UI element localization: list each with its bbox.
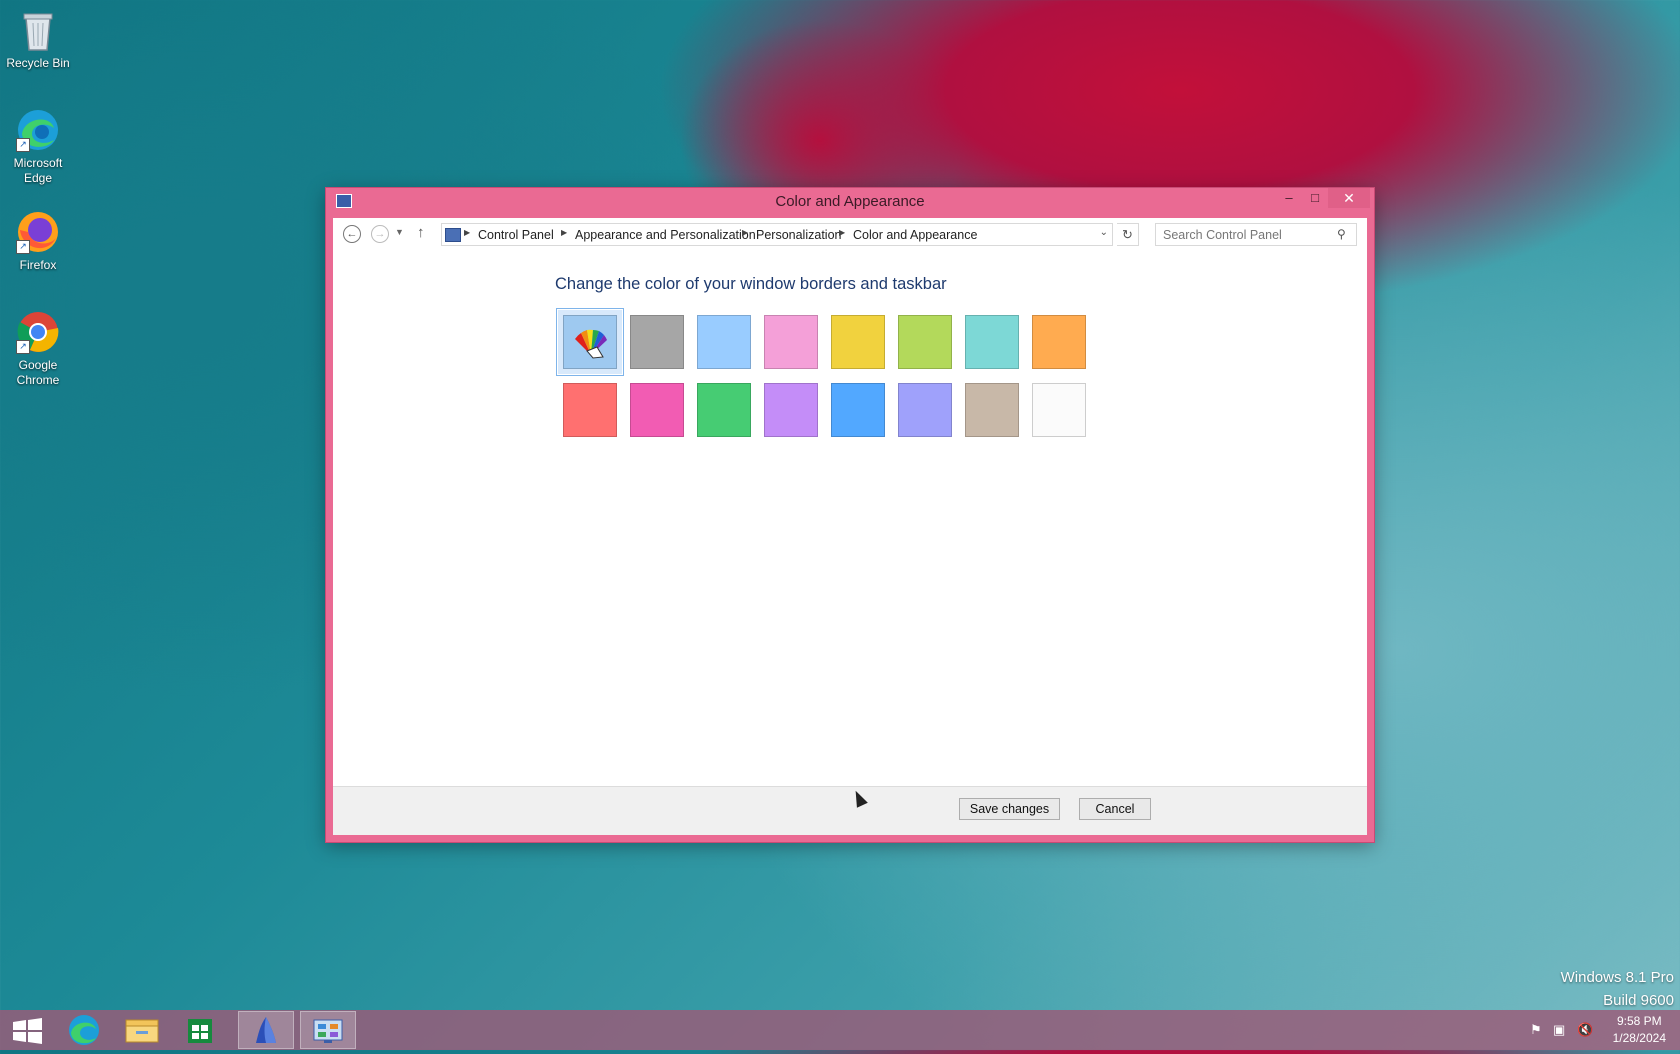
breadcrumb-separator-icon[interactable]: ▶ [561,228,567,237]
watermark-build: Build 9600 [1603,992,1674,1009]
store-icon [188,1019,212,1043]
breadcrumb-color-and-appearance[interactable]: Color and Appearance [853,228,977,242]
taskbar: ⚑ ▣ 🔇 9:58 PM 1/28/2024 [0,1010,1680,1050]
shortcut-arrow-icon: ↗ [16,240,30,254]
taskbar-file-explorer[interactable] [114,1011,170,1049]
cancel-button[interactable]: Cancel [1079,798,1151,820]
desktop-icon-firefox[interactable]: ↗ Firefox [2,210,74,273]
shortcut-arrow-icon: ↗ [16,340,30,354]
breadcrumb-control-panel[interactable]: Control Panel [478,228,554,242]
chrome-icon: ↗ [16,310,60,354]
file-explorer-icon [125,1019,159,1043]
color-swatch[interactable] [831,315,885,369]
clock-date: 1/28/2024 [1612,1031,1666,1045]
action-center-flag-icon[interactable]: ⚑ [1530,1022,1542,1038]
color-swatch[interactable] [965,315,1019,369]
window-client: ← → ▼ ↑ ▶ Control Panel ▶ Appearance and… [333,218,1367,835]
volume-muted-icon[interactable]: 🔇 [1577,1022,1593,1038]
color-fan-icon [575,329,607,359]
taskbar-store[interactable] [172,1011,228,1049]
color-swatch[interactable] [1032,315,1086,369]
desktop-icon-label: Google Chrome [16,358,60,387]
start-icon [13,1018,42,1044]
control-panel-icon [313,1019,343,1043]
breadcrumb-separator-icon[interactable]: ▶ [464,228,470,237]
app-icon [256,1017,276,1043]
color-swatch[interactable] [563,383,617,437]
clock-time: 9:58 PM [1616,1014,1662,1028]
color-swatch[interactable] [965,383,1019,437]
recent-locations-icon[interactable]: ▼ [395,227,404,237]
navigation-bar: ← → ▼ ↑ ▶ Control Panel ▶ Appearance and… [333,218,1367,254]
edge-icon [69,1015,99,1045]
window-title: Color and Appearance [775,193,925,210]
taskbar-edge[interactable] [56,1011,112,1049]
breadcrumb-separator-icon[interactable]: ▶ [742,228,748,237]
color-swatch-automatic[interactable] [556,308,624,376]
search-input[interactable] [1155,223,1357,246]
color-swatch[interactable] [630,383,684,437]
color-and-appearance-window: Color and Appearance – □ ✕ ← → ▼ ↑ ▶ Con… [326,188,1374,842]
taskbar-app[interactable] [238,1011,294,1049]
color-swatch[interactable] [898,315,952,369]
desktop-icon-recycle-bin[interactable]: Recycle Bin [2,8,74,71]
edge-icon: ↗ [16,108,60,152]
network-icon[interactable]: ▣ [1553,1022,1565,1038]
maximize-button[interactable]: □ [1302,188,1328,208]
color-swatch[interactable] [898,383,952,437]
minimize-button[interactable]: – [1276,188,1302,208]
windows-watermark: Windows 8.1 Pro Build 9600 [1561,966,1674,1012]
firefox-icon: ↗ [16,210,60,254]
refresh-icon[interactable]: ↻ [1117,223,1139,246]
shortcut-arrow-icon: ↗ [16,138,30,152]
breadcrumb-separator-icon[interactable]: ▶ [839,228,845,237]
color-swatch[interactable] [630,315,684,369]
taskbar-clock[interactable]: 9:58 PM 1/28/2024 [1613,1013,1666,1047]
save-changes-button[interactable]: Save changes [959,798,1060,820]
address-bar[interactable]: ▶ Control Panel ▶ Appearance and Persona… [441,223,1113,246]
color-swatch[interactable] [831,383,885,437]
color-swatch[interactable] [1032,383,1086,437]
up-arrow-icon[interactable]: ↑ [417,224,425,241]
breadcrumb-personalization[interactable]: Personalization [756,228,841,242]
color-swatch[interactable] [764,383,818,437]
search-icon[interactable]: ⚲ [1337,227,1346,241]
desktop-icon-microsoft-edge[interactable]: ↗ Microsoft Edge [2,108,74,186]
breadcrumb-appearance-and-personalization[interactable]: Appearance and Personalization [575,228,756,242]
watermark-edition: Windows 8.1 Pro [1560,969,1674,986]
page-heading: Change the color of your window borders … [555,275,947,293]
desktop-icon-google-chrome[interactable]: ↗ Google Chrome [2,310,74,388]
close-button[interactable]: ✕ [1328,188,1370,208]
color-swatch[interactable] [697,383,751,437]
start-button[interactable] [0,1011,56,1049]
forward-arrow-icon[interactable]: → [371,225,389,243]
back-arrow-icon[interactable]: ← [343,225,361,243]
window-titlebar[interactable]: Color and Appearance – □ ✕ [326,188,1374,216]
address-dropdown-icon[interactable]: ⌄ [1100,227,1108,238]
desktop-icon-label: Firefox [19,258,57,272]
desktop-icon-label: Recycle Bin [6,56,70,70]
color-swatch[interactable] [764,315,818,369]
desktop-icon-label: Microsoft Edge [13,156,63,185]
color-swatch[interactable] [697,315,751,369]
taskbar-control-panel[interactable] [300,1011,356,1049]
control-panel-icon [445,228,461,242]
recycle-bin-icon [16,8,60,52]
